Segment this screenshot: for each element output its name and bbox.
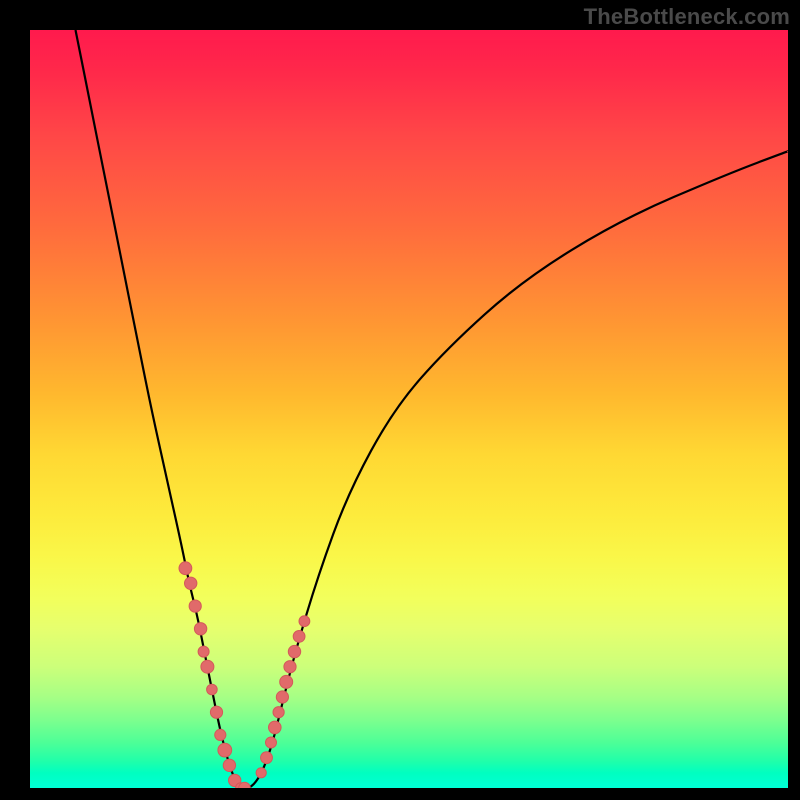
data-point — [218, 743, 232, 757]
data-point — [293, 631, 305, 643]
data-point — [179, 562, 192, 575]
data-point — [288, 645, 300, 657]
data-point — [194, 623, 206, 635]
data-point — [198, 646, 209, 657]
data-point — [207, 684, 218, 695]
data-point — [284, 661, 296, 673]
data-point — [266, 737, 277, 748]
data-point — [269, 721, 282, 734]
data-point — [201, 660, 214, 673]
bottleneck-curve — [76, 30, 789, 788]
data-point — [273, 707, 284, 718]
data-point — [223, 759, 235, 771]
watermark-text: TheBottleneck.com — [584, 4, 790, 30]
data-point — [276, 691, 288, 703]
data-point — [185, 577, 197, 589]
plot-area — [30, 30, 788, 788]
chart-svg — [30, 30, 788, 788]
data-point — [261, 752, 273, 764]
data-point — [299, 616, 310, 627]
data-point — [256, 768, 266, 778]
chart-frame: TheBottleneck.com — [0, 0, 800, 800]
data-point — [189, 600, 201, 612]
data-point — [210, 706, 222, 718]
data-point — [280, 675, 293, 688]
data-point — [215, 729, 226, 740]
